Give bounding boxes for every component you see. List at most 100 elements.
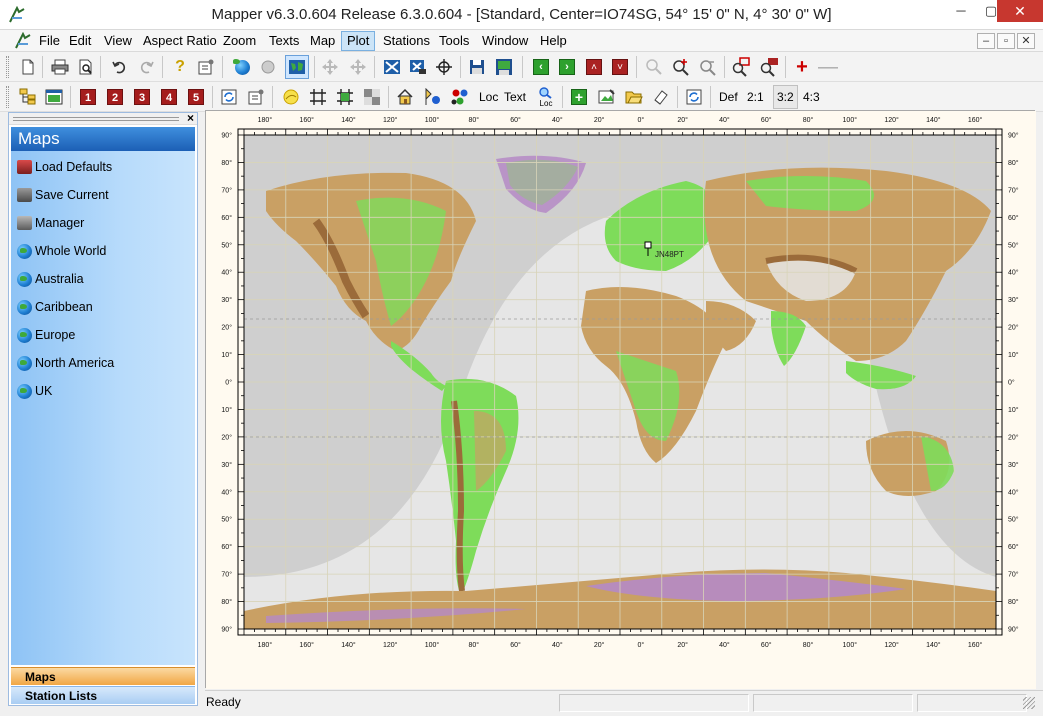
sun-icon[interactable]: [279, 85, 303, 109]
ratio-2-1-button[interactable]: 2:1: [744, 85, 767, 109]
mdi-minimize-button[interactable]: –: [977, 33, 995, 49]
mdi-close-button[interactable]: ✕: [1017, 33, 1035, 49]
grid-icon[interactable]: [306, 85, 330, 109]
menu-plot[interactable]: Plot: [341, 31, 376, 51]
menu-texts[interactable]: Texts: [264, 31, 304, 51]
print-preview-icon[interactable]: [74, 55, 98, 79]
panel-item-caribbean[interactable]: Caribbean: [15, 297, 93, 317]
checker-icon[interactable]: [360, 85, 384, 109]
ratio-4-3-button[interactable]: 4:3: [800, 85, 823, 109]
document-icon[interactable]: [14, 32, 32, 50]
panel-item-label: UK: [35, 384, 53, 398]
toolbar-grip[interactable]: [6, 86, 9, 108]
close-button[interactable]: ✕: [997, 0, 1043, 22]
panel-item-save-current[interactable]: Save Current: [15, 185, 109, 205]
help-icon[interactable]: ?: [168, 55, 192, 79]
preset-1-button[interactable]: 1: [76, 85, 100, 109]
menu-aspect-ratio[interactable]: Aspect Ratio: [138, 31, 222, 51]
lon-label: 160°: [968, 641, 983, 649]
panel-item-whole-world[interactable]: Whole World: [15, 241, 106, 261]
world-map-icon[interactable]: [230, 55, 254, 79]
nav-right-icon[interactable]: ›: [555, 55, 579, 79]
preset-4-button[interactable]: 4: [157, 85, 181, 109]
menu-help[interactable]: Help: [535, 31, 572, 51]
print-icon[interactable]: [48, 55, 72, 79]
nav-up-icon[interactable]: ˄: [582, 55, 606, 79]
globe-icon: [17, 272, 32, 287]
zoom-area-icon[interactable]: [757, 55, 781, 79]
save-map-icon[interactable]: [492, 55, 516, 79]
menu-file[interactable]: File: [34, 31, 65, 51]
world-map[interactable]: 180° 160° 140° 120° 100° 80° 60° 40° 20° 0° 20° 40°…: [206, 111, 1036, 689]
map-view[interactable]: 180° 160° 140° 120° 100° 80° 60° 40° 20° 0° 20° 40°…: [205, 110, 1036, 689]
menu-tools[interactable]: Tools: [434, 31, 474, 51]
undo-icon[interactable]: [108, 55, 132, 79]
panel-item-north-america[interactable]: North America: [15, 353, 114, 373]
properties-icon[interactable]: [194, 55, 218, 79]
station-marker-icon[interactable]: [420, 85, 444, 109]
panel-item-load-defaults[interactable]: Load Defaults: [15, 157, 112, 177]
map-hash-icon[interactable]: [406, 55, 430, 79]
pan-icon[interactable]: [318, 55, 342, 79]
ratio-3-2-button[interactable]: 3:2: [773, 85, 798, 109]
menu-window[interactable]: Window: [477, 31, 533, 51]
panel-item-europe[interactable]: Europe: [15, 325, 75, 345]
panel-item-label: Manager: [35, 216, 85, 230]
panel-item-uk[interactable]: UK: [15, 381, 52, 401]
tree-view-icon[interactable]: [16, 85, 40, 109]
loc-search-icon[interactable]: Loc: [534, 85, 558, 109]
resize-grip-icon[interactable]: [1023, 697, 1035, 709]
mdi-restore-button[interactable]: ▫: [997, 33, 1015, 49]
zoom-out-disabled-icon[interactable]: [642, 55, 666, 79]
eraser-icon[interactable]: [649, 85, 673, 109]
locator-grid-icon[interactable]: [333, 85, 357, 109]
add-green-icon[interactable]: +: [567, 85, 591, 109]
tab-maps[interactable]: Maps: [11, 667, 195, 685]
status-cell: [917, 694, 1027, 712]
panel-item-manager[interactable]: Manager: [15, 213, 84, 233]
lon-label: 140°: [341, 116, 356, 124]
zoom-out-icon[interactable]: [696, 55, 720, 79]
refresh-icon[interactable]: [217, 85, 241, 109]
map-view-icon[interactable]: [285, 55, 309, 79]
menu-view[interactable]: View: [99, 31, 137, 51]
redraw-icon[interactable]: [682, 85, 706, 109]
home-icon[interactable]: [393, 85, 417, 109]
zoom-in-icon[interactable]: [669, 55, 693, 79]
def-ratio-button[interactable]: Def: [716, 85, 741, 109]
save-icon[interactable]: [465, 55, 489, 79]
color-dots-icon[interactable]: [448, 85, 472, 109]
preset-2-button[interactable]: 2: [103, 85, 127, 109]
remove-minus-icon[interactable]: —: [816, 55, 840, 79]
tab-station-lists[interactable]: Station Lists: [11, 686, 195, 704]
lon-label: 100°: [843, 641, 858, 649]
toolbar-grip[interactable]: [6, 56, 9, 78]
minimize-button[interactable]: ─: [946, 0, 976, 22]
menu-zoom[interactable]: Zoom: [218, 31, 261, 51]
menu-edit[interactable]: Edit: [64, 31, 96, 51]
nav-down-icon[interactable]: ˅: [608, 55, 632, 79]
world-refresh-icon[interactable]: [256, 55, 280, 79]
loc-button[interactable]: Loc: [476, 85, 501, 109]
lat-label: 50°: [1008, 241, 1019, 249]
open-folder-icon[interactable]: [622, 85, 646, 109]
settings-icon[interactable]: [244, 85, 268, 109]
menu-stations[interactable]: Stations: [378, 31, 435, 51]
preset-5-button[interactable]: 5: [184, 85, 208, 109]
menu-map[interactable]: Map: [305, 31, 340, 51]
nav-left-icon[interactable]: ‹: [529, 55, 553, 79]
window-view-icon[interactable]: [42, 85, 66, 109]
panel-grip[interactable]: [13, 117, 179, 121]
crosshair-icon[interactable]: [432, 55, 456, 79]
add-plus-icon[interactable]: +: [790, 55, 814, 79]
panel-close-button[interactable]: ×: [187, 111, 194, 125]
image-edit-icon[interactable]: [595, 85, 619, 109]
zoom-rect-icon[interactable]: [729, 55, 753, 79]
map-cross-icon[interactable]: [380, 55, 404, 79]
panel-item-australia[interactable]: Australia: [15, 269, 84, 289]
redo-icon[interactable]: [134, 55, 158, 79]
preset-3-button[interactable]: 3: [130, 85, 154, 109]
text-button[interactable]: Text: [501, 85, 529, 109]
new-icon[interactable]: [16, 55, 40, 79]
pan-center-icon[interactable]: [346, 55, 370, 79]
